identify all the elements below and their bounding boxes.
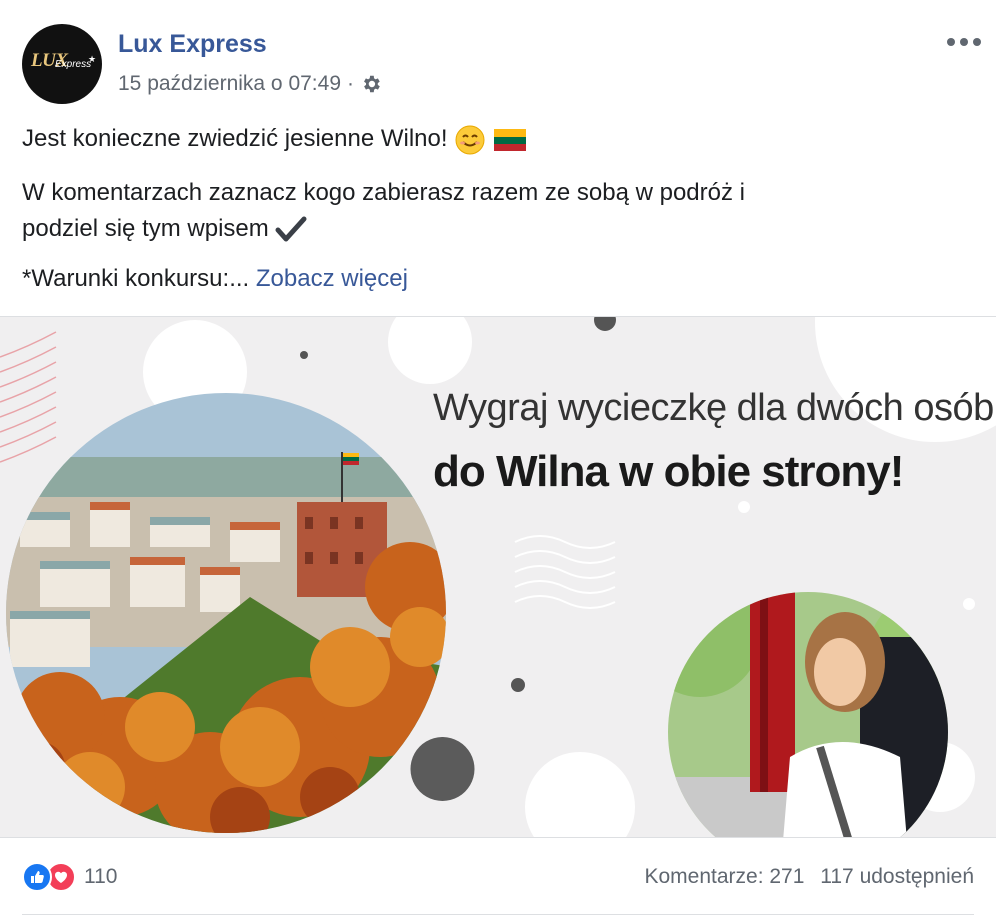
meta-separator: · — [347, 72, 354, 95]
engagement-counts: Komentarze: 271 117 udostępnień — [644, 865, 974, 889]
post-text-line-4: *Warunki konkursu:... Zobacz więcej — [22, 262, 408, 296]
post-timestamp[interactable]: 15 października o 07:49 — [118, 72, 341, 96]
star-icon: ★ — [88, 54, 97, 64]
deco-red-waves — [0, 331, 57, 463]
post-text-4: *Warunki konkursu:... — [22, 265, 250, 292]
reaction-count: 110 — [84, 865, 118, 888]
smiling-face-emoji — [455, 125, 485, 155]
vilnius-photo — [6, 393, 446, 833]
deco-circle-white-2 — [388, 317, 472, 384]
gear-icon[interactable] — [360, 73, 382, 95]
see-more-link[interactable]: Zobacz więcej — [256, 265, 408, 292]
post-text-line-2: W komentarzach zaznacz kogo zabierasz ra… — [22, 179, 745, 206]
deco-dot-5 — [963, 598, 975, 610]
shares-count-link[interactable]: 117 udostępnień — [820, 865, 974, 888]
banner-headline-1: Wygraj wycieczkę dla dwóch osób — [433, 387, 994, 429]
post-text-line-3: podziel się tym wpisem — [22, 212, 307, 246]
post-image[interactable]: Wygraj wycieczkę dla dwóch osób do Wilna… — [0, 316, 996, 838]
stats-divider — [22, 914, 974, 915]
page-name-link[interactable]: Lux Express — [118, 30, 267, 59]
post-text-3: podziel się tym wpisem — [22, 215, 269, 242]
reactions-summary[interactable]: 110 — [22, 862, 117, 892]
deco-circle-white-4 — [525, 752, 635, 837]
deco-dot-3 — [511, 678, 525, 692]
deco-dot-4 — [738, 501, 750, 513]
comments-count-link[interactable]: Komentarze: 271 — [644, 865, 804, 888]
post-stats: 110 Komentarze: 271 117 udostępnień — [22, 856, 974, 900]
lithuania-flag-emoji — [493, 128, 526, 151]
deco-dot-2 — [300, 351, 308, 359]
post-meta: 15 października o 07:49 · — [118, 72, 382, 96]
deco-half-circle — [410, 737, 475, 801]
post-text-line-1: Jest konieczne zwiedzić jesienne Wilno! — [22, 122, 527, 156]
more-dots-icon[interactable] — [946, 34, 982, 50]
like-icon — [22, 862, 52, 892]
deco-dot-1 — [594, 317, 616, 331]
banner-headline-2: do Wilna w obie strony! — [433, 447, 904, 496]
post-header: LUX Express ★ Lux Express 15 październik… — [22, 22, 982, 106]
avatar-logo-subtext: Express — [55, 59, 92, 70]
check-mark-emoji — [275, 216, 307, 242]
passenger-photo — [668, 592, 948, 837]
deco-white-waves — [514, 535, 616, 609]
post-text-1: Jest konieczne zwiedzić jesienne Wilno! — [22, 125, 448, 152]
page-avatar[interactable]: LUX Express ★ — [22, 24, 102, 104]
